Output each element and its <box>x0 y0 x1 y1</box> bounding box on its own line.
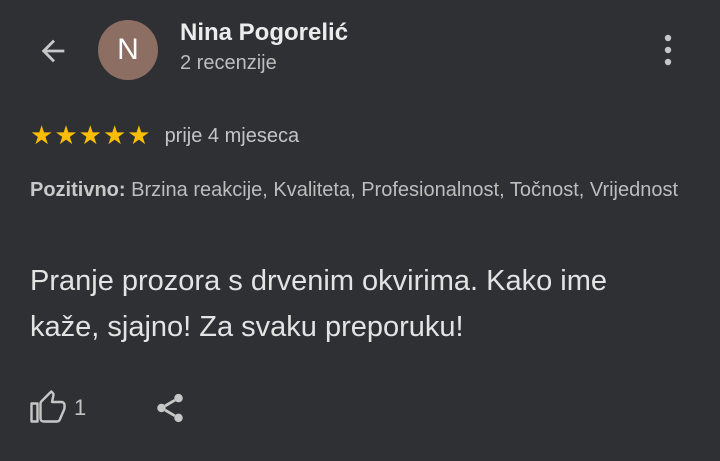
rating-row: ★ ★ ★ ★ ★ prije 4 mjeseca <box>30 122 299 150</box>
star-icon: ★ <box>102 121 127 151</box>
like-button[interactable]: 1 <box>30 388 86 428</box>
back-button[interactable] <box>30 28 76 74</box>
more-vertical-icon <box>664 34 672 66</box>
like-count: 1 <box>74 395 87 420</box>
star-icon: ★ <box>127 121 151 151</box>
share-icon <box>157 393 183 423</box>
star-icon: ★ <box>78 121 102 151</box>
reviewer-name[interactable]: Nina Pogorelić <box>180 19 348 47</box>
share-button[interactable] <box>150 388 190 428</box>
avatar-letter: N <box>117 33 139 66</box>
positives-items: Brzina reakcije, Kvaliteta, Profesionaln… <box>131 179 679 201</box>
avatar[interactable]: N <box>98 20 158 80</box>
review-date: prije 4 mjeseca <box>164 124 300 147</box>
positives-label: Pozitivno: <box>30 179 126 201</box>
star-rating: ★ ★ ★ ★ ★ <box>30 122 151 150</box>
more-options-button[interactable] <box>648 26 688 74</box>
thumbs-up-icon <box>30 390 66 423</box>
star-icon: ★ <box>54 121 78 151</box>
arrow-back-icon <box>41 39 65 63</box>
review-text: Pranje prozora s drvenim okvirima. Kako … <box>30 265 607 343</box>
star-icon: ★ <box>30 121 54 151</box>
review-count: 2 recenzije <box>180 52 277 74</box>
positives-section: Pozitivno: Brzina reakcije, Kvaliteta, P… <box>30 176 680 205</box>
